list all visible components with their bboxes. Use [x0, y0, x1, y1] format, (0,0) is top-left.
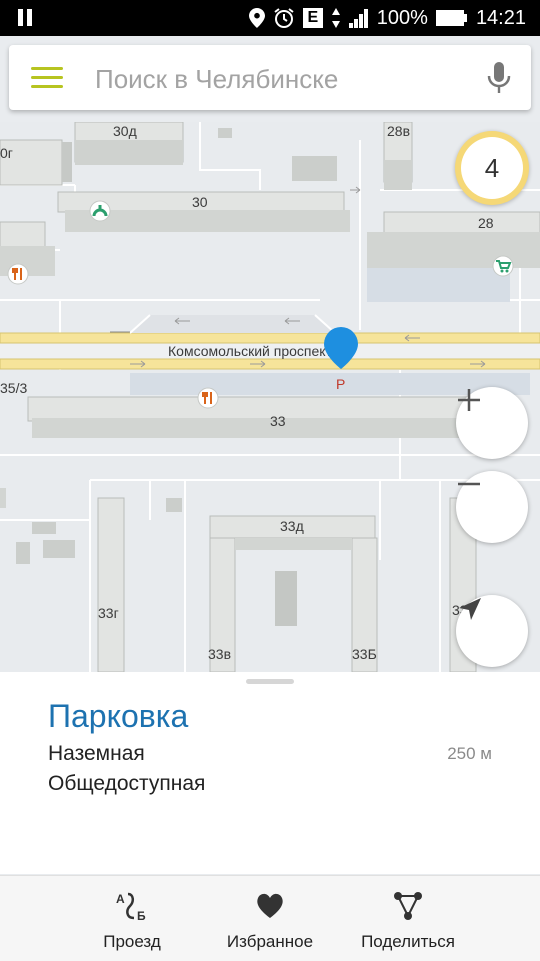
signal-icon — [348, 9, 368, 28]
parking-type: Наземная — [48, 742, 145, 765]
heart-icon — [257, 893, 283, 918]
restaurant-icon — [197, 387, 219, 409]
route-icon: A Б — [116, 892, 146, 922]
location-icon — [248, 8, 265, 28]
bottom-actions: A Б Проезд Избранное Поделиться — [0, 875, 540, 961]
alarm-icon — [274, 8, 294, 28]
zoom-out-button[interactable] — [456, 471, 528, 543]
plus-icon — [458, 389, 480, 411]
road-ramp — [130, 315, 335, 333]
svg-text:28в: 28в — [387, 123, 410, 139]
svg-text:Б: Б — [137, 909, 146, 922]
sheet-drag-handle[interactable] — [246, 679, 294, 684]
share-icon — [394, 892, 422, 920]
microphone-icon[interactable] — [485, 60, 513, 96]
my-location-button[interactable] — [456, 595, 528, 667]
menu-icon[interactable] — [31, 67, 63, 89]
restaurant-icon — [7, 263, 29, 285]
traffic-score: 4 — [461, 137, 523, 199]
svg-text:33г: 33г — [98, 605, 119, 621]
svg-text:A: A — [116, 892, 125, 906]
map-view[interactable]: Комсомольский проспект 30д 28в 0г 30 28 … — [0, 122, 540, 672]
navigation-arrow-icon — [459, 598, 481, 620]
distance: 250 м — [447, 744, 492, 763]
parking-lot — [130, 373, 400, 395]
share-label: Поделиться — [361, 932, 455, 951]
svg-text:30д: 30д — [113, 123, 137, 139]
street-label: Комсомольский проспект — [168, 343, 333, 359]
svg-text:P: P — [336, 376, 345, 392]
svg-text:35/3: 35/3 — [0, 380, 27, 396]
favorites-label: Избранное — [226, 932, 314, 951]
pharmacy-icon — [89, 200, 111, 222]
svg-text:33в: 33в — [208, 646, 231, 662]
svg-text:33д: 33д — [280, 518, 304, 534]
shop-cart-icon — [492, 255, 514, 277]
svg-text:33: 33 — [270, 413, 286, 429]
pause-icon — [18, 9, 32, 26]
search-bar — [9, 45, 531, 110]
place-title: Парковка — [48, 698, 189, 734]
status-bar: E 100% 14:21 — [0, 0, 540, 36]
svg-text:30: 30 — [192, 194, 208, 210]
parking-access: Общедоступная — [48, 772, 206, 795]
battery-percent: 100% — [376, 6, 428, 29]
place-card[interactable]: Парковка Наземная Общедоступная 250 м — [0, 672, 540, 874]
svg-text:33Б: 33Б — [352, 646, 377, 662]
search-input[interactable] — [93, 59, 477, 99]
svg-text:0г: 0г — [0, 145, 13, 161]
network-badge: E — [302, 8, 323, 28]
route-label: Проезд — [103, 932, 161, 951]
favorites-button[interactable]: Избранное — [195, 876, 345, 961]
data-arrows-icon — [331, 8, 340, 28]
svg-text:28: 28 — [478, 215, 494, 231]
minus-icon — [458, 482, 480, 486]
share-button[interactable]: Поделиться — [333, 876, 483, 961]
clock: 14:21 — [475, 6, 526, 29]
zoom-in-button[interactable] — [456, 387, 528, 459]
traffic-score-button[interactable]: 4 — [455, 131, 529, 205]
road-north — [0, 332, 540, 344]
route-button[interactable]: A Б Проезд — [57, 876, 207, 961]
battery-icon — [435, 10, 467, 26]
road-south — [0, 358, 540, 370]
